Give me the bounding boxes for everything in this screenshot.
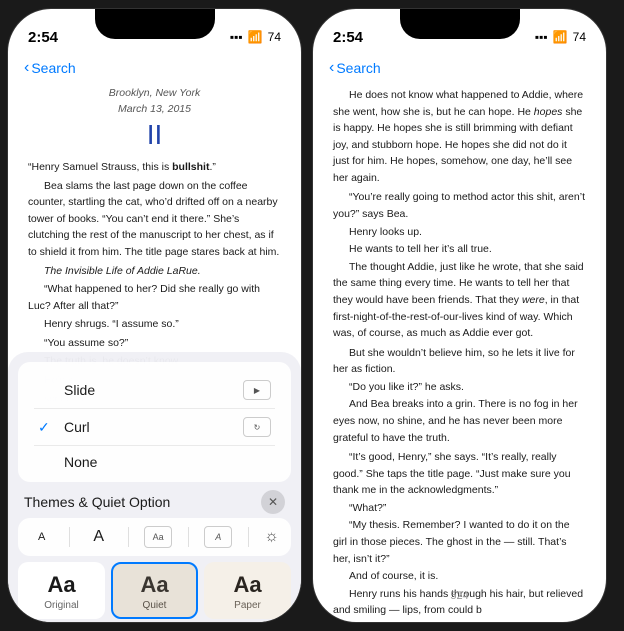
- time-left: 2:54: [28, 29, 58, 46]
- theme-paper-aa: Aa: [233, 574, 261, 596]
- battery-left: 74: [268, 30, 281, 44]
- right-phone: 2:54 ▪▪▪ 📶 74 ‹ Search He does not know …: [312, 8, 607, 623]
- right-para-10: “What?”: [333, 500, 586, 517]
- theme-original-aa: Aa: [47, 574, 75, 596]
- back-button-right[interactable]: ‹ Search: [329, 59, 381, 77]
- themes-label: Themes & Quiet Option: [24, 494, 170, 510]
- overlay-panel: Slide ▶ ✓ Curl ↻ None: [8, 352, 301, 622]
- book-content-right: He does not know what happened to Addie,…: [313, 81, 606, 621]
- right-para-3: Henry looks up.: [333, 224, 586, 241]
- right-para-7: “Do you like it?” he asks.: [333, 379, 586, 396]
- time-right: 2:54: [333, 29, 363, 46]
- right-para-2: “You’re really going to method actor thi…: [333, 189, 586, 222]
- none-option[interactable]: None: [34, 446, 275, 478]
- slide-left: Slide: [38, 382, 95, 398]
- curl-icon: ↻: [243, 417, 271, 437]
- signal-icon: ▪▪▪: [230, 30, 243, 44]
- none-label: None: [64, 454, 97, 470]
- status-icons-right: ▪▪▪ 📶 74: [535, 30, 586, 44]
- theme-grid: Aa Original Aa Quiet Aa Paper Aa Bold Aa: [18, 562, 291, 623]
- chevron-icon-right: ‹: [329, 59, 334, 77]
- right-para-6: But she wouldn’t believe him, so he lets…: [333, 345, 586, 378]
- right-para-9: “It’s good, Henry,” she says. “It’s real…: [333, 449, 586, 499]
- theme-quiet[interactable]: Aa Quiet: [111, 562, 198, 619]
- book-para-3: The Invisible Life of Addie LaRue.: [28, 263, 281, 280]
- wifi-icon-right: 📶: [553, 30, 568, 44]
- font-divider-4: [248, 527, 249, 547]
- back-label-left: Search: [31, 60, 75, 76]
- book-para-4: “What happened to her? Did she really go…: [28, 281, 281, 314]
- book-para-6: “You assume so?”: [28, 335, 281, 352]
- book-header: Brooklyn, New York March 13, 2015 II: [28, 85, 281, 151]
- back-button-left[interactable]: ‹ Search: [24, 59, 76, 77]
- transition-options: Slide ▶ ✓ Curl ↻ None: [18, 362, 291, 482]
- right-para-11: “My thesis. Remember? I wanted to do it …: [333, 517, 586, 567]
- right-para-8: And Bea breaks into a grin. There is no …: [333, 396, 586, 446]
- wifi-icon: 📶: [248, 30, 263, 44]
- theme-paper-label: Paper: [234, 600, 261, 611]
- book-date: March 13, 2015: [28, 101, 281, 117]
- book-para-1: “Henry Samuel Strauss, this is bullshit.…: [28, 159, 281, 176]
- font-divider-3: [188, 527, 189, 547]
- font-type-button[interactable]: Aa: [144, 526, 172, 548]
- curl-check: ✓: [38, 419, 56, 436]
- theme-original-label: Original: [44, 600, 78, 611]
- font-decrease-button[interactable]: A: [30, 529, 53, 545]
- theme-quiet-label: Quiet: [143, 600, 167, 611]
- signal-icon-right: ▪▪▪: [535, 30, 548, 44]
- curl-option[interactable]: ✓ Curl ↻: [34, 409, 275, 446]
- slide-icon: ▶: [243, 380, 271, 400]
- nav-bar-right[interactable]: ‹ Search: [313, 53, 606, 81]
- slide-option[interactable]: Slide ▶: [34, 372, 275, 409]
- themes-section: Themes & Quiet Option ✕: [8, 482, 301, 518]
- font-style-button[interactable]: A: [204, 526, 232, 548]
- theme-quiet-aa: Aa: [140, 574, 168, 596]
- status-icons-left: ▪▪▪ 📶 74: [230, 30, 281, 44]
- left-phone: 2:54 ▪▪▪ 📶 74 ‹ Search Brooklyn, New Yor…: [7, 8, 302, 623]
- notch: [95, 9, 215, 39]
- book-location: Brooklyn, New York: [28, 85, 281, 101]
- battery-right: 74: [573, 30, 586, 44]
- book-para-2: Bea slams the last page down on the coff…: [28, 178, 281, 261]
- curl-label: Curl: [64, 419, 90, 435]
- right-para-4: He wants to tell her it’s all true.: [333, 241, 586, 258]
- book-para-5: Henry shrugs. “I assume so.”: [28, 316, 281, 333]
- right-para-1: He does not know what happened to Addie,…: [333, 87, 586, 186]
- brightness-icon[interactable]: ☼: [264, 528, 279, 546]
- book-chapter: II: [28, 118, 281, 152]
- theme-original[interactable]: Aa Original: [18, 562, 105, 619]
- back-label-right: Search: [336, 60, 380, 76]
- curl-left: ✓ Curl: [38, 419, 90, 436]
- nav-bar-left[interactable]: ‹ Search: [8, 53, 301, 81]
- page-number: 524: [450, 590, 468, 602]
- none-left: None: [38, 454, 97, 470]
- font-controls: A A Aa A ☼: [18, 518, 291, 556]
- chevron-icon-left: ‹: [24, 59, 29, 77]
- font-divider-1: [69, 527, 70, 547]
- font-divider-2: [128, 527, 129, 547]
- notch-right: [400, 9, 520, 39]
- close-button[interactable]: ✕: [261, 490, 285, 514]
- right-para-12: And of course, it is.: [333, 568, 586, 585]
- slide-label: Slide: [64, 382, 95, 398]
- font-increase-button[interactable]: A: [85, 526, 112, 548]
- theme-paper[interactable]: Aa Paper: [204, 562, 291, 619]
- right-para-5: The thought Addie, just like he wrote, t…: [333, 259, 586, 342]
